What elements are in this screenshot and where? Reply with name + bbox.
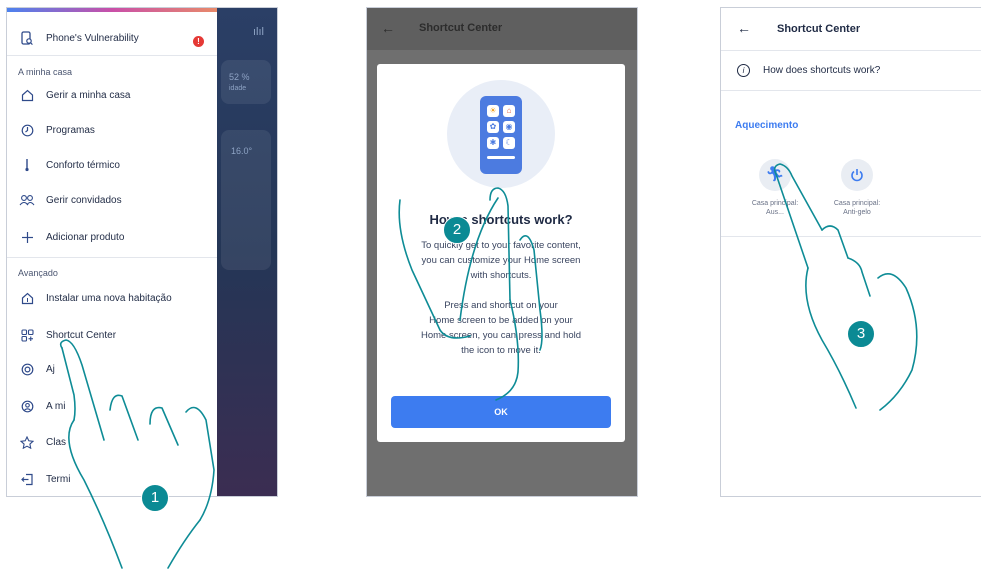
- info-icon: i: [737, 64, 750, 77]
- guests-icon: [18, 191, 36, 209]
- step-badge-2: 2: [443, 216, 471, 244]
- menu-item-label: Adicionar produto: [46, 231, 125, 243]
- menu-item-label: Phone's Vulnerability: [46, 32, 139, 44]
- running-person-icon[interactable]: 🏃︎: [759, 159, 791, 191]
- side-menu: Phone's Vulnerability ! A minha casa Ger…: [7, 8, 217, 496]
- screen-dialog: ← Shortcut Center ☀ ⌂ ✿ ◉ ✱ ☾ How s shor…: [366, 7, 638, 497]
- shortcut-tile-icon: ✱: [487, 137, 499, 149]
- star-icon: [18, 433, 36, 451]
- alert-badge: !: [193, 36, 204, 47]
- dialog-line: Press and shortcut on your: [444, 300, 558, 311]
- power-icon[interactable]: [841, 159, 873, 191]
- screen-shortcut-center: ← Shortcut Center i How does shortcuts w…: [720, 7, 981, 497]
- home-icon: ⌂: [503, 105, 515, 117]
- shortcut-label: Casa principal:: [751, 200, 799, 207]
- menu-item-install-new-home[interactable]: Instalar uma nova habitação: [7, 285, 217, 311]
- info-dialog: ☀ ⌂ ✿ ◉ ✱ ☾ How s shortcuts work? To qui…: [377, 64, 625, 442]
- dashboard-value: 52 %: [229, 72, 250, 82]
- menu-item-label: Instalar uma nova habitação: [46, 292, 172, 304]
- divider: [7, 257, 217, 258]
- logout-icon: [18, 470, 36, 488]
- app-header: ← Shortcut Center: [367, 8, 637, 50]
- help-icon: [18, 360, 36, 378]
- menu-item-programs[interactable]: Programas: [7, 117, 217, 143]
- dialog-line: Home screen to be added on your: [429, 315, 573, 326]
- menu-item-help[interactable]: Aj: [7, 356, 217, 382]
- shortcut-grid-icon: [18, 326, 36, 344]
- shortcut-label: Aus...: [766, 209, 784, 216]
- menu-item-shortcut-center[interactable]: Shortcut Center: [7, 322, 217, 348]
- dialog-line: with shortcuts.: [470, 270, 532, 281]
- section-title: Aquecimento: [735, 120, 799, 131]
- moon-icon: ☾: [503, 137, 515, 149]
- dashboard-card[interactable]: [221, 60, 271, 104]
- screen-menu: 52 % idade 16.0° ılıl Phone's Vulnerabil…: [6, 7, 278, 497]
- menu-item-account[interactable]: A mi: [7, 393, 217, 419]
- menu-item-label: Termi: [46, 473, 71, 485]
- dashboard-value-sub: idade: [229, 85, 247, 92]
- menu-item-phone-vulnerability[interactable]: Phone's Vulnerability: [7, 25, 217, 51]
- dialog-line: you can customize your Home screen: [421, 255, 581, 266]
- back-arrow-icon[interactable]: ←: [381, 20, 395, 36]
- menu-item-label: Gerir a minha casa: [46, 89, 131, 101]
- dashboard-temperature: 16.0°: [231, 146, 253, 156]
- house-add-icon: [18, 289, 36, 307]
- menu-item-logout[interactable]: Termi: [7, 466, 217, 492]
- house-icon: [18, 86, 36, 104]
- shortcut-tile-icon: ◉: [503, 121, 515, 133]
- dialog-title: How s shortcuts work?: [429, 212, 573, 227]
- menu-item-label: Clas: [46, 436, 67, 448]
- menu-item-add-product[interactable]: Adicionar produto: [7, 224, 217, 250]
- section-title-advanced: Avançado: [18, 268, 58, 278]
- plus-icon: [18, 228, 36, 246]
- step-badge-3: 3: [847, 320, 875, 348]
- menu-item-label: A mi: [46, 400, 66, 412]
- clock-icon: [18, 121, 36, 139]
- phone-icon: ☀ ⌂ ✿ ◉ ✱ ☾: [480, 96, 522, 174]
- thermometer-icon: [18, 156, 36, 174]
- phone-illustration: ☀ ⌂ ✿ ◉ ✱ ☾: [447, 80, 555, 188]
- section-title-home: A minha casa: [18, 67, 73, 77]
- sun-icon: ☀: [487, 105, 499, 117]
- menu-item-label: Aj: [46, 363, 55, 375]
- info-link[interactable]: How does shortcuts work?: [763, 65, 880, 76]
- phone-search-icon: [18, 29, 36, 47]
- home-indicator: [487, 156, 515, 159]
- shortcut-tile-icon: ✿: [487, 121, 499, 133]
- page-title: Shortcut Center: [419, 22, 503, 34]
- menu-item-label: Programas: [46, 124, 95, 136]
- signal-icon: ılıl: [253, 26, 264, 38]
- ok-button[interactable]: OK: [391, 396, 611, 428]
- gradient-bar: [7, 8, 217, 12]
- divider: [721, 90, 981, 91]
- menu-item-thermal-comfort[interactable]: Conforto térmico: [7, 152, 217, 178]
- dialog-line: the icon to move it.: [461, 345, 541, 356]
- back-arrow-icon[interactable]: ←: [737, 20, 751, 36]
- divider: [721, 50, 981, 51]
- page-title: Shortcut Center: [777, 23, 861, 35]
- dialog-line: Home screen, you can press and hold: [420, 330, 581, 341]
- menu-item-manage-home[interactable]: Gerir a minha casa: [7, 82, 217, 108]
- menu-item-rate[interactable]: Clas: [7, 429, 217, 455]
- shortcut-label: Casa principal:: [833, 200, 881, 207]
- step-badge-1: 1: [141, 484, 169, 512]
- divider: [721, 236, 981, 237]
- menu-item-label: Gerir convidados: [46, 194, 122, 206]
- menu-item-manage-guests[interactable]: Gerir convidados: [7, 187, 217, 213]
- shortcut-label: Anti-gelo: [843, 209, 871, 216]
- divider: [7, 55, 217, 56]
- menu-item-label: Shortcut Center: [46, 329, 117, 341]
- user-icon: [18, 397, 36, 415]
- dialog-line: To quickly get to your favorite content,: [421, 240, 581, 251]
- menu-item-label: Conforto térmico: [46, 159, 120, 171]
